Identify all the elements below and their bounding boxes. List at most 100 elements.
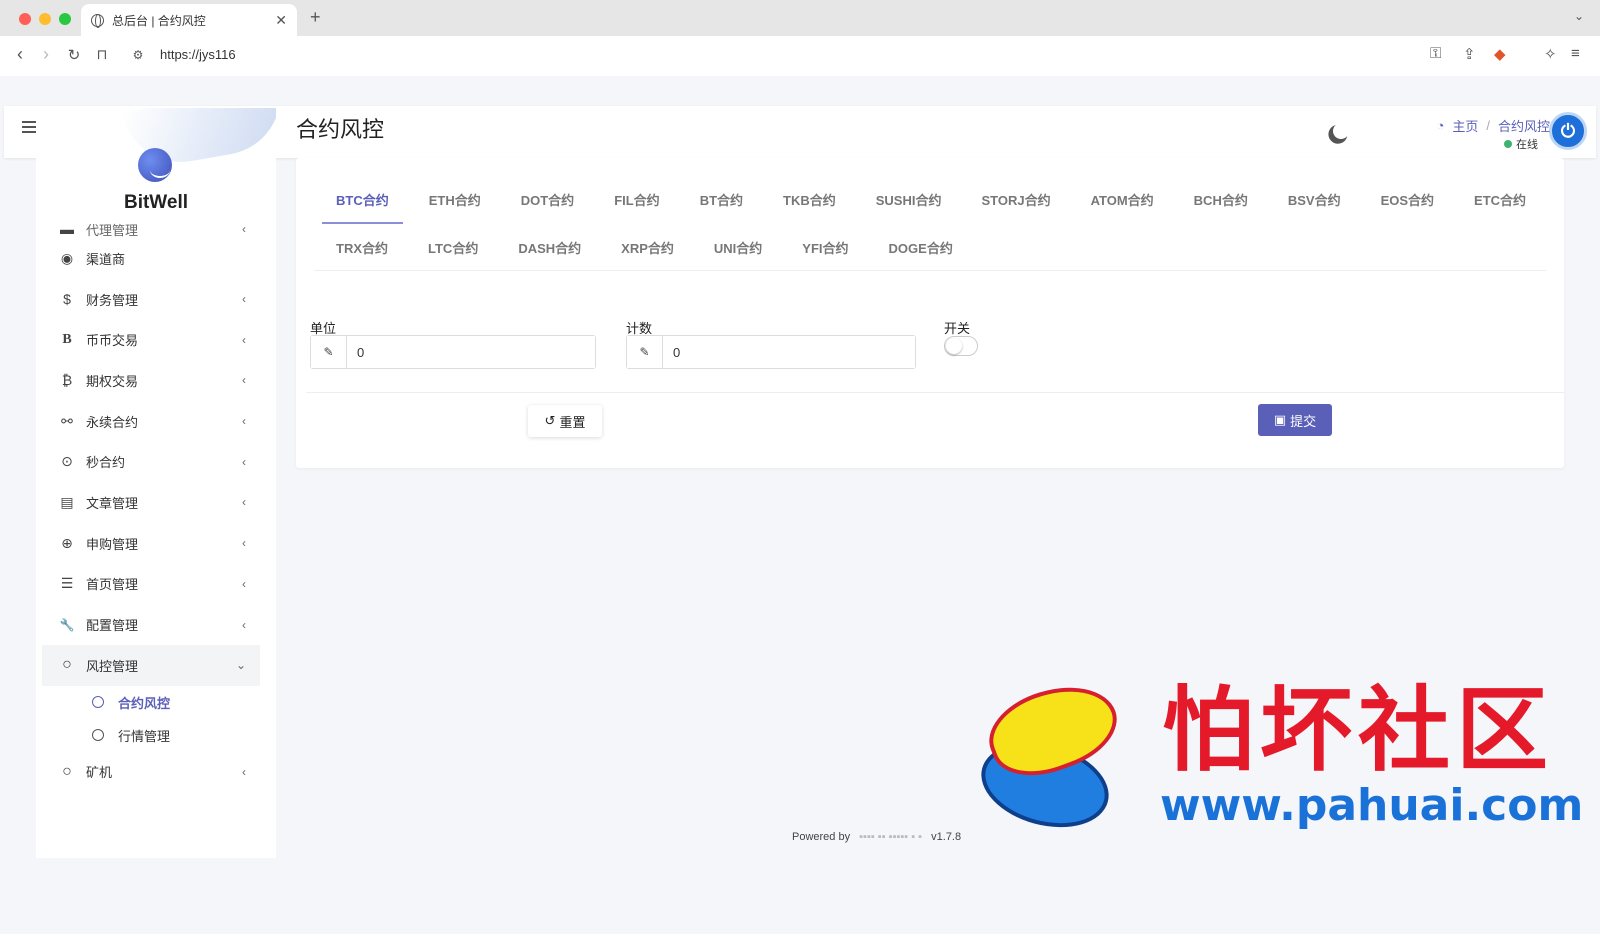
undo-icon: ↺: [544, 413, 556, 428]
sidebar-menu: ▬ 代理管理 ‹ ◉ 渠道商 $ 财务管理 ‹ B 币币交易 ‹ ₿ 期权交易 …: [42, 220, 260, 792]
status-dot-icon: [1504, 140, 1512, 148]
submit-button[interactable]: ▣ 提交: [1258, 404, 1332, 436]
reset-button[interactable]: ↺ 重置: [528, 405, 602, 437]
pencil-icon: ✎: [627, 336, 663, 368]
tab-eos[interactable]: EOS合约: [1367, 174, 1448, 224]
contract-tabs-row-1: BTC合约 ETH合约 DOT合约 FIL合约 BT合约 TKB合约 SUSHI…: [322, 174, 1552, 224]
sidebar-subitem-contract-risk[interactable]: 合约风控: [42, 686, 260, 719]
pencil-icon: ✎: [311, 336, 347, 368]
address-bar[interactable]: https://jys116: [160, 47, 236, 62]
chevron-left-icon: ‹: [242, 536, 246, 551]
sparkle-icon[interactable]: ✧: [1544, 45, 1557, 63]
breadcrumb-home[interactable]: 主页: [1452, 116, 1478, 135]
close-tab-icon[interactable]: ✕: [275, 12, 287, 29]
sidebar-item-homepage[interactable]: ☰ 首页管理 ‹: [42, 564, 260, 605]
sidebar-item-label: 币币交易: [86, 333, 139, 349]
tab-etc[interactable]: ETC合约: [1460, 174, 1540, 224]
life-ring-icon: ⊕: [61, 534, 73, 551]
sidebar-item-label: 配置管理: [86, 618, 139, 634]
reload-icon[interactable]: ↻: [62, 46, 86, 64]
tab-trx[interactable]: TRX合约: [322, 222, 402, 272]
share-icon[interactable]: ⇪: [1463, 45, 1476, 63]
tab-atom[interactable]: ATOM合约: [1077, 174, 1168, 224]
watermark-text: 怕坏社区: [1162, 676, 1555, 784]
sidebar-item-perpetual[interactable]: ⚯ 永续合约 ‹: [42, 401, 260, 442]
contract-tabs-row-2: TRX合约 LTC合约 DASH合约 XRP合约 UNI合约 YFI合约 DOG…: [322, 222, 979, 272]
version-text: v1.7.8: [931, 831, 962, 843]
tab-tkb[interactable]: TKB合约: [769, 174, 850, 224]
bitcoin-icon: ₿: [61, 372, 73, 389]
sidebar-item-agent[interactable]: ▬ 代理管理 ‹: [42, 220, 260, 238]
tab-fil[interactable]: FIL合约: [600, 174, 674, 224]
sidebar-item-label: 风控管理: [86, 658, 139, 674]
tab-doge[interactable]: DOGE合约: [875, 222, 967, 272]
tab-dash[interactable]: DASH合约: [504, 222, 595, 272]
tab-ltc[interactable]: LTC合约: [414, 222, 492, 272]
sidebar-item-label: 矿机: [86, 765, 113, 781]
sidebar-item-subscription[interactable]: ⊕ 申购管理 ‹: [42, 523, 260, 564]
wrench-icon: 🔧: [59, 617, 75, 632]
sidebar-item-spot[interactable]: B 币币交易 ‹: [42, 319, 260, 360]
tab-bsv[interactable]: BSV合约: [1274, 174, 1355, 224]
tab-bt[interactable]: BT合约: [686, 174, 757, 224]
hamburger-icon[interactable]: [22, 121, 36, 133]
sidebar-item-label: 文章管理: [86, 495, 139, 511]
bookmark-icon[interactable]: ⊓: [90, 46, 114, 63]
dollar-icon: $: [63, 291, 71, 308]
moon-icon[interactable]: [1331, 121, 1352, 142]
count-input[interactable]: [663, 336, 915, 368]
sidebar-item-channel[interactable]: ◉ 渠道商: [42, 238, 260, 279]
sidebar-item-finance[interactable]: $ 财务管理 ‹: [42, 279, 260, 320]
browser-tab[interactable]: 总后台 | 合约风控 ✕: [81, 4, 297, 36]
sidebar-subitem-label: 合约风控: [118, 695, 171, 711]
back-icon[interactable]: ‹: [8, 44, 32, 65]
brave-shield-icon[interactable]: ◆: [1494, 45, 1506, 63]
menu-icon[interactable]: ≡: [1571, 45, 1580, 62]
watermark: 怕坏社区 www.pahuai.com: [970, 670, 1584, 841]
tab-yfi[interactable]: YFI合约: [788, 222, 862, 272]
dot-circle-icon: ⊙: [61, 453, 73, 470]
site-settings-icon[interactable]: ⚙: [126, 48, 150, 62]
chevron-left-icon: ‹: [242, 617, 246, 632]
power-avatar-icon[interactable]: ⏻: [1549, 112, 1587, 150]
tab-title: 总后台 | 合约风控: [112, 13, 206, 28]
page-title: 合约风控: [296, 117, 385, 142]
tab-bch[interactable]: BCH合约: [1180, 174, 1262, 224]
tab-btc[interactable]: BTC合约: [322, 174, 403, 224]
maximize-window-button[interactable]: [59, 13, 71, 25]
sidebar-item-options[interactable]: ₿ 期权交易 ‹: [42, 360, 260, 401]
tab-menu-icon[interactable]: ⌄: [1574, 9, 1584, 23]
sidebar-item-second-contract[interactable]: ⊙ 秒合约 ‹: [42, 441, 260, 482]
globe-icon: [91, 13, 104, 28]
sidebar-item-risk-control[interactable]: ○ 风控管理 ⌄: [42, 644, 260, 686]
sidebar-item-config[interactable]: 🔧 配置管理 ‹: [42, 604, 260, 645]
breadcrumb-separator: /: [1486, 118, 1490, 133]
sidebar-item-label: 财务管理: [86, 292, 139, 308]
switch-toggle[interactable]: [944, 336, 978, 356]
tab-eth[interactable]: ETH合约: [415, 174, 495, 224]
key-icon[interactable]: ⚿: [1430, 45, 1441, 62]
new-tab-button[interactable]: +: [310, 7, 321, 28]
circle-icon: [92, 696, 104, 709]
tab-sushi[interactable]: SUSHI合约: [862, 174, 956, 224]
sidebar-item-articles[interactable]: ▤ 文章管理 ‹: [42, 482, 260, 523]
tab-storj[interactable]: STORJ合约: [967, 174, 1064, 224]
sidebar-item-miner[interactable]: ○ 矿机 ‹: [42, 752, 260, 793]
minimize-window-button[interactable]: [39, 13, 51, 25]
user-circle-icon: ◉: [60, 249, 74, 266]
tab-dot[interactable]: DOT合约: [507, 174, 588, 224]
chevron-left-icon: ‹: [242, 495, 246, 510]
chevron-left-icon: ‹: [242, 292, 246, 307]
close-window-button[interactable]: [19, 13, 31, 25]
circle-icon: ○: [62, 656, 72, 674]
tab-xrp[interactable]: XRP合约: [607, 222, 688, 272]
forward-icon[interactable]: ›: [34, 44, 58, 65]
watermark-url: www.pahuai.com: [1160, 780, 1584, 831]
risk-control-card: BTC合约 ETH合约 DOT合约 FIL合约 BT合约 TKB合约 SUSHI…: [296, 158, 1564, 468]
unit-input[interactable]: [347, 336, 595, 368]
sidebar-item-label: 代理管理: [86, 222, 139, 238]
status-text: 在线: [1516, 139, 1538, 151]
sidebar-subitem-market[interactable]: 行情管理: [42, 719, 260, 752]
tab-uni[interactable]: UNI合约: [700, 222, 776, 272]
submit-label: 提交: [1290, 413, 1317, 429]
